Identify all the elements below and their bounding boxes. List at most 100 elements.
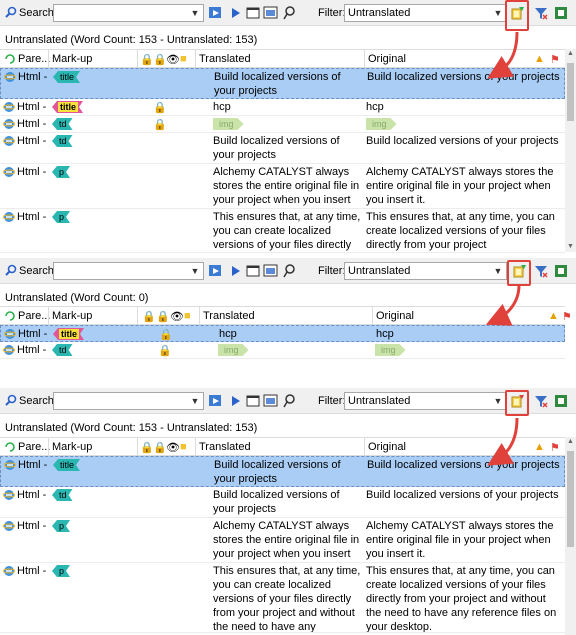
refresh-icon[interactable]: [208, 5, 224, 21]
folder-icon[interactable]: ■: [180, 441, 187, 453]
filter-select[interactable]: Untranslated: [344, 4, 507, 22]
table-row[interactable]: Html - p This ensures that, at any time, y…: [0, 563, 565, 633]
table-row[interactable]: Html - td 🔒 img img: [0, 116, 565, 133]
table-row[interactable]: Html - td Build localized versions of your…: [0, 487, 565, 518]
play-icon[interactable]: [228, 393, 244, 409]
markup-tag: title: [52, 101, 83, 113]
warning-icon[interactable]: ▲: [534, 441, 545, 453]
header-translated[interactable]: Translated: [203, 310, 255, 322]
lock-icon[interactable]: 🔒: [140, 53, 154, 66]
flag-icon[interactable]: ⚑: [550, 441, 560, 454]
flag-icon[interactable]: ⚑: [550, 53, 560, 66]
ie-icon: [3, 345, 15, 355]
lock-icon[interactable]: 🔒: [156, 310, 170, 323]
key-icon[interactable]: [281, 5, 297, 21]
excel-icon[interactable]: [553, 263, 569, 279]
window-icon[interactable]: [245, 5, 261, 21]
search-input[interactable]: [53, 392, 204, 410]
refresh-icon[interactable]: [4, 441, 16, 453]
excel-icon[interactable]: [553, 5, 569, 21]
translated-cell[interactable]: Alchemy CATALYST always stores the entir…: [213, 165, 362, 208]
excel-icon[interactable]: [553, 393, 569, 409]
warning-icon[interactable]: ▲: [534, 53, 545, 65]
filter-funnel-icon[interactable]: [533, 263, 549, 279]
translated-cell[interactable]: hcp: [219, 327, 372, 341]
translated-cell[interactable]: Build localized versions of your project…: [214, 458, 363, 486]
markup-tag: p: [52, 166, 70, 178]
refresh-icon[interactable]: [4, 310, 16, 322]
translated-cell[interactable]: img: [213, 118, 244, 130]
window-icon[interactable]: [245, 263, 261, 279]
header-parent[interactable]: Pare...: [18, 53, 50, 65]
filter-select[interactable]: Untranslated: [344, 392, 507, 410]
refresh-icon[interactable]: [208, 263, 224, 279]
header-translated[interactable]: Translated: [199, 53, 251, 65]
lock-icon[interactable]: 🔒: [142, 310, 156, 323]
translated-cell[interactable]: hcp: [213, 100, 362, 114]
header-original[interactable]: Original: [376, 310, 414, 322]
table-row[interactable]: Html - title Build localized versions of y…: [0, 68, 565, 99]
window-icon[interactable]: [245, 393, 261, 409]
lock-icon[interactable]: 🔒: [153, 53, 167, 66]
table-row[interactable]: Html - p Alchemy CATALYST always stores th…: [0, 164, 565, 209]
highlight-box: [507, 260, 531, 286]
key-icon[interactable]: [281, 393, 297, 409]
preview-icon[interactable]: [263, 263, 279, 279]
preview-icon[interactable]: [263, 5, 279, 21]
search-input[interactable]: [53, 262, 204, 280]
lock-icon[interactable]: 🔒: [140, 441, 154, 454]
table-row[interactable]: Html - title 🔒 hcp hcp: [0, 99, 565, 116]
header-markup[interactable]: Mark-up: [52, 441, 92, 453]
eye-icon[interactable]: 👁: [166, 53, 180, 66]
refresh-icon[interactable]: [4, 53, 16, 65]
filter-select[interactable]: Untranslated: [344, 262, 507, 280]
scrollbar[interactable]: ▲ ▼: [565, 49, 576, 252]
eye-icon[interactable]: 👁: [166, 441, 180, 454]
play-icon[interactable]: [228, 5, 244, 21]
play-icon[interactable]: [228, 263, 244, 279]
filter-dropdown-icon[interactable]: ▼: [490, 262, 506, 280]
header-translated[interactable]: Translated: [199, 441, 251, 453]
scrollbar[interactable]: ▲: [565, 437, 576, 635]
header-original[interactable]: Original: [368, 441, 406, 453]
filter-funnel-icon[interactable]: [533, 5, 549, 21]
table-row[interactable]: Html - title 🔒 hcp hcp: [0, 325, 565, 342]
translated-cell[interactable]: img: [218, 344, 249, 356]
table-row[interactable]: Html - title Build localized versions of y…: [0, 456, 565, 487]
folder-icon[interactable]: ■: [180, 53, 187, 65]
search-input[interactable]: [53, 4, 204, 22]
table-row[interactable]: Html - td 🔒 img img: [0, 342, 565, 359]
warning-icon[interactable]: ▲: [548, 310, 559, 322]
search-dropdown-icon[interactable]: ▼: [187, 392, 203, 410]
preview-icon[interactable]: [263, 393, 279, 409]
table-row[interactable]: Html - p This ensures that, at any time, y…: [0, 209, 565, 253]
refresh-icon[interactable]: [208, 393, 224, 409]
search-dropdown-icon[interactable]: ▼: [187, 4, 203, 22]
folder-icon[interactable]: ■: [184, 310, 191, 322]
filter-dropdown-icon[interactable]: ▼: [490, 4, 506, 22]
original-cell: hcp: [366, 101, 384, 113]
translated-cell[interactable]: Alchemy CATALYST always stores the entir…: [213, 519, 362, 562]
translated-cell[interactable]: This ensures that, at any time, you can …: [213, 210, 362, 252]
translated-cell[interactable]: Build localized versions of your project…: [213, 134, 362, 162]
search-dropdown-icon[interactable]: ▼: [187, 262, 203, 280]
key-icon[interactable]: [281, 263, 297, 279]
filter-dropdown-icon[interactable]: ▼: [490, 392, 506, 410]
highlight-box: [505, 0, 529, 31]
lock-icon[interactable]: 🔒: [153, 441, 167, 454]
table-row[interactable]: Html - p Alchemy CATALYST always stores th…: [0, 518, 565, 563]
header-parent[interactable]: Pare...: [18, 310, 50, 322]
filter-funnel-icon[interactable]: [533, 393, 549, 409]
header-markup[interactable]: Mark-up: [52, 310, 92, 322]
translated-cell[interactable]: This ensures that, at any time, you can …: [213, 564, 362, 632]
translated-cell[interactable]: Build localized versions of your project…: [213, 488, 362, 516]
original-cell: Alchemy CATALYST always stores the entir…: [366, 520, 554, 560]
header-parent[interactable]: Pare...: [18, 441, 50, 453]
header-markup[interactable]: Mark-up: [52, 53, 92, 65]
parent-cell: Html -: [17, 565, 47, 577]
table-row[interactable]: Html - td Build localized versions of your…: [0, 133, 565, 164]
header-original[interactable]: Original: [368, 53, 406, 65]
eye-icon[interactable]: 👁: [170, 310, 184, 323]
flag-icon[interactable]: ⚑: [562, 310, 572, 323]
translated-cell[interactable]: Build localized versions of your project…: [214, 70, 363, 98]
